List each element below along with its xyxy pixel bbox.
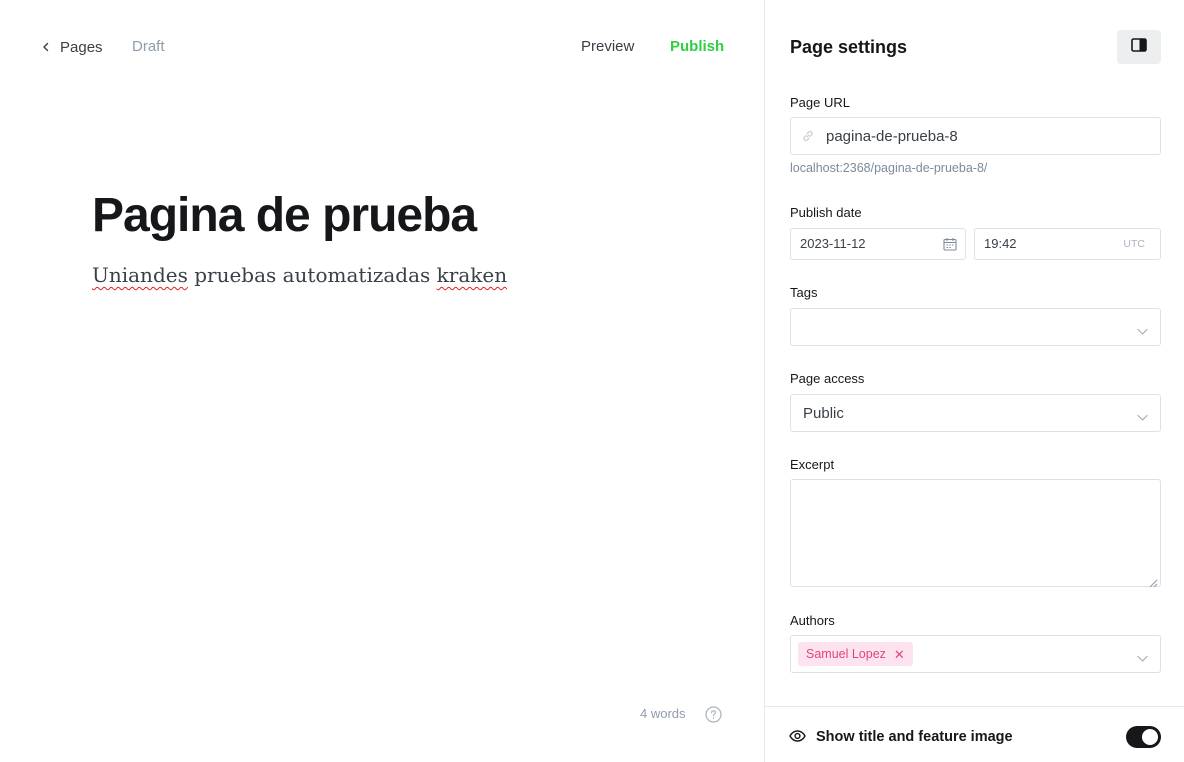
show-title-label: Show title and feature image	[816, 729, 1013, 745]
author-name: Samuel Lopez	[806, 647, 886, 661]
page-url-hint: localhost:2368/pagina-de-prueba-8/	[790, 161, 988, 175]
word-count: 4 words	[640, 706, 686, 721]
chevron-down-icon	[1137, 650, 1148, 662]
authors-label: Authors	[790, 613, 835, 628]
tags-label: Tags	[790, 285, 818, 300]
page-url-value: pagina-de-prueba-8	[826, 128, 958, 145]
chevron-down-icon	[1137, 323, 1148, 335]
publish-date-value: 2023-11-12	[800, 236, 866, 251]
panel-title: Page settings	[790, 37, 908, 57]
excerpt-label: Excerpt	[790, 457, 835, 472]
calendar-icon[interactable]	[943, 237, 957, 251]
back-label: Pages	[60, 38, 103, 56]
chevron-left-icon	[42, 38, 52, 56]
link-icon	[801, 129, 815, 143]
publish-date-label: Publish date	[790, 205, 862, 220]
misspelled-word: kraken	[436, 263, 508, 287]
sidebar-icon	[1131, 37, 1147, 57]
preview-button[interactable]: Preview	[581, 38, 634, 55]
help-icon[interactable]	[705, 706, 722, 723]
editor-topbar: Pages Draft Preview Publish	[0, 0, 764, 94]
back-to-pages-link[interactable]: Pages	[42, 38, 103, 56]
publish-time-value: 19:42	[984, 236, 1017, 251]
page-url-label: Page URL	[790, 95, 850, 110]
show-title-row: Show title and feature image	[765, 706, 1184, 762]
author-chip[interactable]: Samuel Lopez ✕	[798, 642, 913, 666]
toggle-sidebar-button[interactable]	[1117, 30, 1161, 64]
post-status: Draft	[132, 38, 165, 55]
publish-time-input[interactable]: 19:42 UTC	[974, 228, 1161, 260]
body-text: pruebas automatizadas	[187, 263, 437, 287]
show-title-toggle[interactable]	[1126, 726, 1161, 748]
publish-date-input[interactable]: 2023-11-12	[790, 228, 966, 260]
resize-handle-icon[interactable]	[1149, 575, 1158, 588]
misspelled-word: Uniandes	[92, 263, 188, 287]
publish-button[interactable]: Publish	[670, 38, 724, 55]
tags-input[interactable]	[790, 308, 1161, 346]
chevron-down-icon	[1137, 409, 1148, 421]
timezone-label: UTC	[1123, 238, 1145, 250]
page-access-select[interactable]: Public	[790, 394, 1161, 432]
page-access-label: Page access	[790, 371, 865, 386]
page-body[interactable]: Uniandes pruebas automatizadas kraken	[92, 263, 507, 287]
eye-icon	[789, 729, 806, 742]
page-url-input[interactable]: pagina-de-prueba-8	[790, 117, 1161, 155]
remove-author-icon[interactable]: ✕	[894, 648, 905, 661]
excerpt-textarea[interactable]	[790, 479, 1161, 588]
app: Pages Draft Preview Publish Pagina de pr…	[0, 0, 1184, 762]
editor-area: Pages Draft Preview Publish Pagina de pr…	[0, 0, 764, 762]
authors-input[interactable]: Samuel Lopez ✕	[790, 635, 1161, 673]
page-access-value: Public	[803, 405, 844, 422]
toggle-knob	[1142, 729, 1158, 745]
page-title[interactable]: Pagina de prueba	[92, 188, 477, 243]
page-settings-panel: Page settings Page URL pagina-de-prueba-…	[764, 0, 1184, 762]
